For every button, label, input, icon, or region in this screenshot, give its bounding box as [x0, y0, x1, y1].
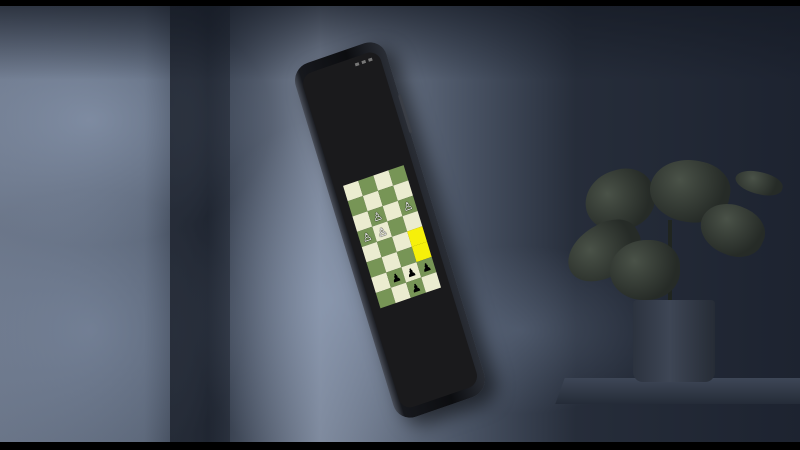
black-pawn-icon[interactable]: ♟: [390, 270, 403, 286]
white-pawn-icon[interactable]: ♙: [376, 224, 389, 240]
black-pawn-icon[interactable]: ♟: [409, 280, 422, 296]
white-pawn-icon[interactable]: ♙: [371, 209, 384, 225]
status-bar: [354, 57, 373, 67]
plant-pot: [633, 300, 715, 382]
black-pawn-icon[interactable]: ♟: [420, 259, 433, 275]
chess-board[interactable]: ♙ ♙ ♙ ♙ ♟ ♟ ♟ ♟: [343, 165, 442, 309]
black-pawn-icon[interactable]: ♟: [405, 265, 418, 281]
letterbox-bottom: [0, 442, 800, 450]
signal-icon: [354, 62, 360, 67]
board-square[interactable]: [421, 272, 442, 293]
white-pawn-icon[interactable]: ♙: [401, 198, 414, 214]
letterbox-top: [0, 0, 800, 6]
white-pawn-icon[interactable]: ♙: [360, 229, 373, 245]
plant-leaf: [610, 240, 680, 300]
battery-icon: [368, 57, 373, 62]
ceiling-shadow: [0, 0, 800, 80]
scene: ♙ ♙ ♙ ♙ ♟ ♟ ♟ ♟: [0, 0, 800, 450]
wifi-icon: [361, 59, 367, 65]
